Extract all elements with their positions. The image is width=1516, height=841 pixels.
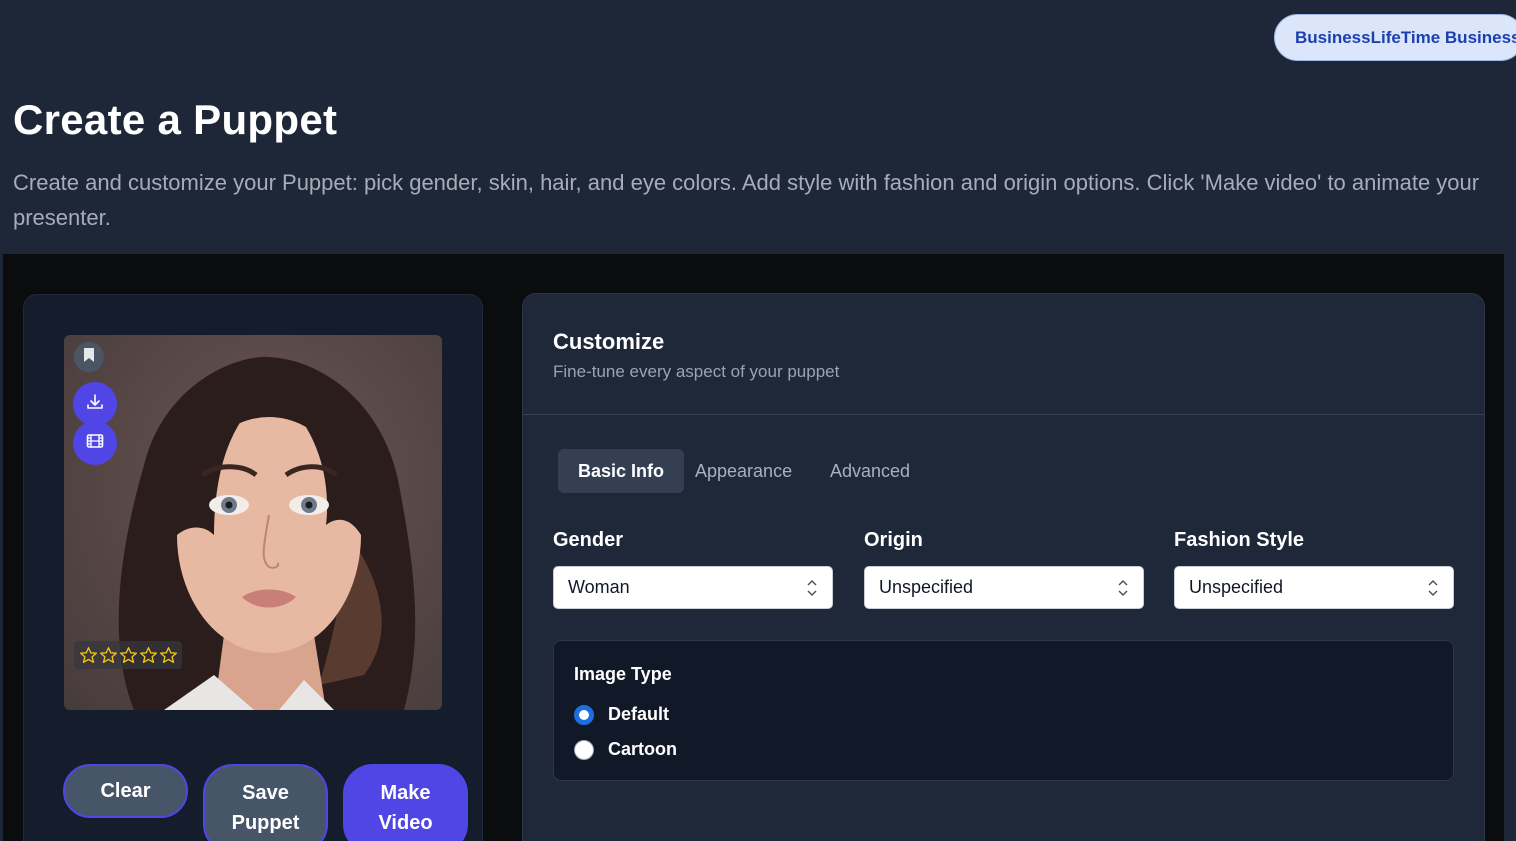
make-label-line2: Video	[378, 812, 433, 834]
divider	[523, 414, 1484, 415]
plan-badge-label: BusinessLifeTime Business	[1295, 27, 1516, 47]
tab-advanced[interactable]: Advanced	[810, 449, 930, 493]
chevron-updown-icon	[1427, 578, 1439, 603]
page-description: Create and customize your Puppet: pick g…	[13, 170, 1480, 230]
fashion-style-select[interactable]: Unspecified	[1174, 566, 1454, 609]
save-puppet-button[interactable]: Save Puppet	[203, 764, 328, 841]
star-icon[interactable]	[119, 646, 138, 665]
image-type-panel	[553, 640, 1454, 781]
tab-appearance[interactable]: Appearance	[675, 449, 812, 493]
clear-label: Clear	[100, 780, 151, 802]
radio-button-unchecked[interactable]	[574, 739, 594, 760]
download-icon	[86, 393, 104, 416]
radio-cartoon-label: Cartoon	[608, 739, 677, 759]
fashion-style-value: Unspecified	[1189, 577, 1284, 597]
download-button[interactable]	[73, 382, 117, 426]
origin-label: Origin	[864, 529, 923, 551]
origin-select[interactable]: Unspecified	[864, 566, 1144, 609]
star-icon[interactable]	[79, 646, 98, 665]
gender-label: Gender	[553, 529, 624, 551]
chevron-updown-icon	[806, 578, 818, 603]
save-label-line1: Save	[242, 782, 289, 804]
star-rating[interactable]	[74, 641, 182, 669]
chevron-updown-icon	[1117, 578, 1129, 603]
radio-button-checked[interactable]	[574, 704, 594, 725]
star-icon[interactable]	[159, 646, 178, 665]
radio-default-label: Default	[608, 704, 670, 724]
bookmark-button[interactable]	[74, 342, 104, 372]
page-title: Create a Puppet	[13, 96, 338, 143]
fashion-style-label: Fashion Style	[1174, 529, 1305, 551]
image-type-title: Image Type	[574, 664, 672, 684]
make-label-line1: Make	[380, 782, 431, 804]
customize-subtitle: Fine-tune every aspect of your puppet	[553, 362, 840, 381]
make-video-button[interactable]: Make Video	[343, 764, 468, 841]
gender-value: Woman	[568, 577, 630, 597]
bookmark-icon	[82, 347, 96, 368]
save-label-line2: Puppet	[231, 812, 300, 834]
make-video-icon-button[interactable]	[73, 421, 117, 465]
gender-select[interactable]: Woman	[553, 566, 833, 609]
radio-cartoon[interactable]: Cartoon	[574, 739, 677, 760]
origin-value: Unspecified	[879, 577, 974, 597]
radio-default[interactable]: Default	[574, 704, 669, 725]
clear-button[interactable]: Clear	[63, 764, 188, 818]
plan-badge[interactable]: BusinessLifeTime Business	[1274, 14, 1516, 61]
tab-basic-info[interactable]: Basic Info	[558, 449, 685, 493]
star-icon[interactable]	[99, 646, 118, 665]
star-icon[interactable]	[139, 646, 158, 665]
film-icon	[86, 433, 104, 454]
customize-title: Customize	[553, 329, 665, 354]
